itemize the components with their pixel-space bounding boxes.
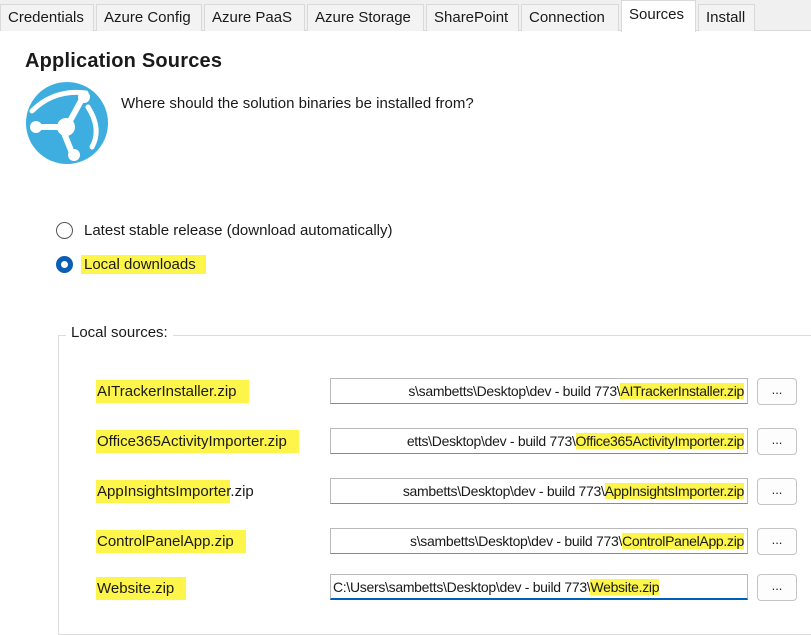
source-label-aitracker: AITrackerInstaller.zip: [96, 380, 249, 403]
tab-connection[interactable]: Connection: [521, 4, 619, 31]
source-label-appinsights-ext: .zip: [230, 483, 254, 500]
source-path-appinsights-file: AppInsightsImporter.zip: [604, 483, 744, 499]
tab-sharepoint[interactable]: SharePoint: [426, 4, 519, 31]
browse-button-office365[interactable]: ...: [757, 428, 797, 455]
option-local-downloads-label: Local downloads: [81, 254, 206, 274]
browse-button-website[interactable]: ...: [757, 574, 797, 601]
tab-azure-storage[interactable]: Azure Storage: [307, 4, 424, 31]
source-path-website-file: Website.zip: [590, 579, 660, 595]
source-path-website-dir: C:\Users\sambetts\Desktop\dev - build 77…: [333, 579, 591, 595]
radio-local-downloads[interactable]: [56, 255, 73, 273]
source-path-office365-dir: etts\Desktop\dev - build 773\: [406, 433, 576, 449]
page-title: Application Sources: [25, 50, 223, 72]
source-label-controlpanel: ControlPanelApp.zip: [96, 530, 246, 553]
source-path-appinsights[interactable]: sambetts\Desktop\dev - build 773\AppInsi…: [330, 478, 748, 504]
source-path-controlpanel-file: ControlPanelApp.zip: [622, 533, 744, 549]
source-path-website[interactable]: C:\Users\sambetts\Desktop\dev - build 77…: [330, 574, 748, 600]
option-latest-release-label: Latest stable release (download automati…: [84, 221, 393, 239]
tab-strip: Credentials Azure Config Azure PaaS Azur…: [0, 0, 811, 32]
tab-credentials[interactable]: Credentials: [0, 4, 94, 31]
azure-logo-icon: [26, 82, 108, 164]
local-sources-title: Local sources:: [66, 324, 173, 341]
tab-azure-paas[interactable]: Azure PaaS: [204, 4, 305, 31]
option-local-downloads[interactable]: Local downloads: [56, 253, 206, 275]
option-latest-release[interactable]: Latest stable release (download automati…: [56, 219, 393, 241]
source-path-aitracker-dir: s\sambetts\Desktop\dev - build 773\: [408, 383, 621, 399]
source-path-office365-file: Office365ActivityImporter.zip: [575, 433, 744, 449]
source-path-controlpanel-dir: s\sambetts\Desktop\dev - build 773\: [410, 533, 623, 549]
source-path-aitracker[interactable]: s\sambetts\Desktop\dev - build 773\AITra…: [330, 378, 748, 404]
source-path-office365[interactable]: etts\Desktop\dev - build 773\Office365Ac…: [330, 428, 748, 454]
source-label-appinsights-highlight: AppInsightsImporter: [96, 480, 231, 503]
source-path-appinsights-dir: sambetts\Desktop\dev - build 773\: [402, 483, 605, 499]
install-source-question: Where should the solution binaries be in…: [121, 95, 474, 112]
source-label-appinsights: AppInsightsImporter.zip: [96, 480, 254, 503]
tab-azure-config[interactable]: Azure Config: [96, 4, 202, 31]
source-path-controlpanel[interactable]: s\sambetts\Desktop\dev - build 773\Contr…: [330, 528, 748, 554]
browse-button-aitracker[interactable]: ...: [757, 378, 797, 405]
tab-sources[interactable]: Sources: [621, 0, 696, 32]
tab-install[interactable]: Install: [698, 4, 755, 31]
source-label-website: Website.zip: [96, 577, 187, 600]
source-path-aitracker-file: AITrackerInstaller.zip: [620, 383, 744, 399]
browse-button-appinsights[interactable]: ...: [757, 478, 797, 505]
radio-latest-release[interactable]: [56, 221, 73, 239]
source-label-office365: Office365ActivityImporter.zip: [96, 430, 299, 453]
browse-button-controlpanel[interactable]: ...: [757, 528, 797, 555]
